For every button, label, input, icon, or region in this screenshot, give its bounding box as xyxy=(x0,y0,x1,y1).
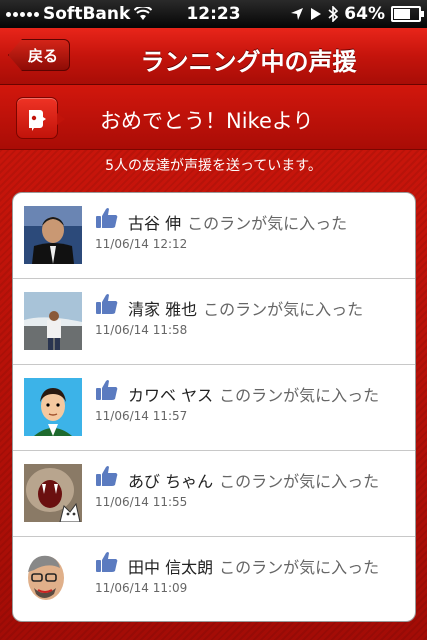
avatar xyxy=(24,464,82,522)
timestamp: 11/06/14 12:12 xyxy=(95,237,188,251)
status-right: 64% xyxy=(290,4,424,24)
cheer-text: あび ちゃん このランが気に入った xyxy=(128,468,379,492)
battery-icon xyxy=(391,6,424,22)
back-button[interactable]: 戻る xyxy=(8,39,70,71)
list-item[interactable]: 清家 雅也 このランが気に入った 11/06/14 11:58 xyxy=(13,279,415,365)
cheer-text: 清家 雅也 このランが気に入った xyxy=(128,296,363,320)
list-item[interactable]: カワベ ヤス このランが気に入った 11/06/14 11:57 xyxy=(13,365,415,451)
page-title: ランニング中の声援 xyxy=(140,48,357,76)
play-icon xyxy=(311,8,322,20)
cheer-action: このランが気に入った xyxy=(219,472,380,491)
friend-name: 田中 信太朗 xyxy=(128,558,214,577)
thumbs-up-icon xyxy=(96,294,118,314)
cheer-text: カワベ ヤス このランが気に入った xyxy=(128,382,379,406)
cheer-message: おめでとう！Nikeより xyxy=(100,109,314,133)
cheer-action: このランが気に入った xyxy=(219,386,380,405)
list-item[interactable]: あび ちゃん このランが気に入った 11/06/14 11:55 xyxy=(13,451,415,537)
avatar xyxy=(24,206,82,264)
navigation-bar: 戻る ランニング中の声援 xyxy=(0,28,427,85)
avatar xyxy=(24,292,82,350)
avatar xyxy=(24,550,82,608)
bluetooth-icon xyxy=(328,6,339,22)
battery-percent: 64% xyxy=(344,4,385,24)
cheer-action: このランが気に入った xyxy=(219,558,380,577)
timestamp: 11/06/14 11:58 xyxy=(95,323,188,337)
cheer-banner: おめでとう！Nikeより xyxy=(0,85,427,150)
cheer-text: 田中 信太朗 このランが気に入った xyxy=(128,554,379,578)
timestamp: 11/06/14 11:09 xyxy=(95,581,188,595)
cheer-icon xyxy=(16,97,65,139)
cheer-text: 古谷 伸このランが気に入った xyxy=(128,210,347,234)
friend-name: カワベ ヤス xyxy=(128,386,214,405)
cheer-action: このランが気に入った xyxy=(203,300,364,319)
list-item[interactable]: 古谷 伸このランが気に入った 11/06/14 12:12 xyxy=(13,193,415,279)
cheer-action: このランが気に入った xyxy=(187,214,348,233)
thumbs-up-icon xyxy=(96,380,118,400)
status-bar: SoftBank 12:23 64% xyxy=(0,0,427,28)
cheer-list: 古谷 伸このランが気に入った 11/06/14 12:12 清家 雅也 このランが… xyxy=(12,192,416,622)
friend-name: あび ちゃん xyxy=(128,472,214,491)
friends-cheering-count: 5人の友達が声援を送っています。 xyxy=(105,158,322,174)
location-icon xyxy=(291,8,304,20)
timestamp: 11/06/14 11:55 xyxy=(95,495,188,509)
friend-name: 清家 雅也 xyxy=(128,300,198,319)
timestamp: 11/06/14 11:57 xyxy=(95,409,188,423)
thumbs-up-icon xyxy=(96,208,118,228)
thumbs-up-icon xyxy=(96,552,118,572)
avatar xyxy=(24,378,82,436)
thumbs-up-icon xyxy=(96,466,118,486)
friend-name: 古谷 伸 xyxy=(128,214,182,233)
list-item[interactable]: 田中 信太朗 このランが気に入った 11/06/14 11:09 xyxy=(13,537,415,621)
